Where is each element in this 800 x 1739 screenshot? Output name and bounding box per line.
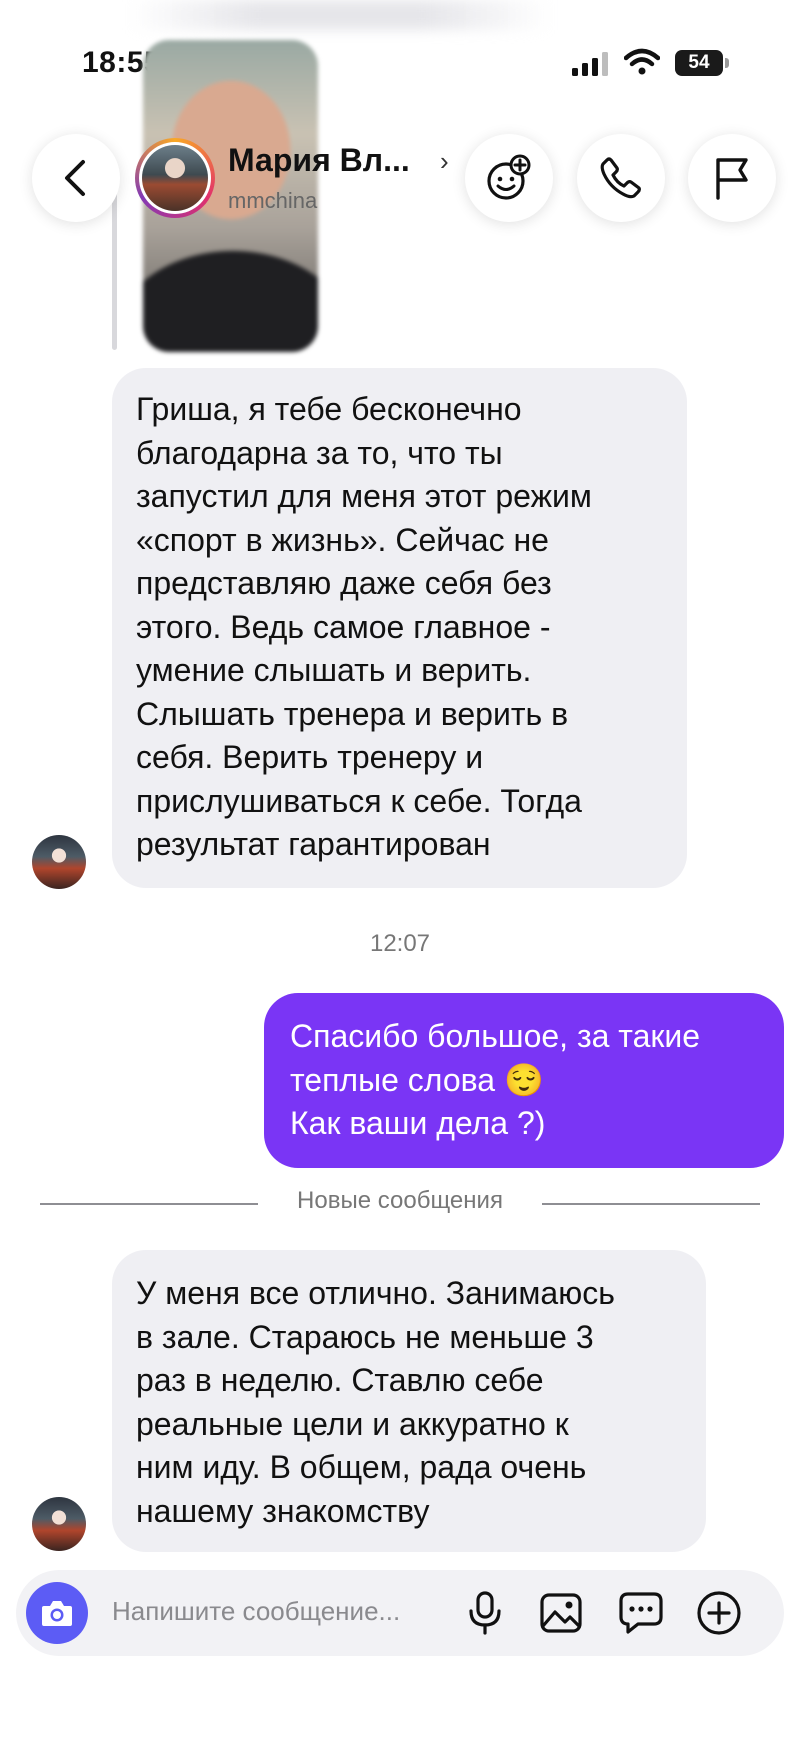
message-line: этого. Ведь самое главное - bbox=[136, 608, 551, 645]
contact-username: mmchina bbox=[228, 188, 318, 213]
camera-icon bbox=[42, 1601, 72, 1626]
contact-avatar[interactable] bbox=[135, 138, 215, 218]
chat-header: Мария Вл... › mmchina bbox=[0, 130, 800, 250]
message-line: Слышать тренера и верить в bbox=[136, 695, 569, 732]
camera-button[interactable] bbox=[26, 1582, 88, 1644]
top-blur bbox=[130, 0, 550, 30]
message-line: прислушиваться к себе. Тогда bbox=[136, 782, 582, 819]
new-messages-label: Новые сообщения bbox=[297, 1187, 503, 1214]
message-line: теплые слова 😌 bbox=[290, 1061, 544, 1098]
status-bar: 18:55 54 bbox=[0, 40, 800, 90]
message-line: благодарна за то, что ты bbox=[136, 434, 503, 471]
mic-icon bbox=[469, 1591, 501, 1635]
message-timestamp: 12:07 bbox=[369, 930, 431, 957]
message-line: представляю даже себя без bbox=[136, 565, 552, 601]
voice-message-button[interactable] bbox=[462, 1590, 508, 1636]
message-line: Как ваши дела ?) bbox=[290, 1105, 546, 1141]
chat-icon bbox=[619, 1592, 663, 1634]
message-line: ним иду. В общем, рада очень bbox=[136, 1449, 587, 1485]
contact-name[interactable]: Мария Вл... bbox=[228, 142, 410, 179]
plus-icon bbox=[697, 1591, 741, 1635]
chat-options-button[interactable] bbox=[618, 1590, 664, 1636]
message-line: в зале. Стараюсь не меньше 3 bbox=[136, 1318, 594, 1355]
message-line: результат гарантирован bbox=[136, 826, 491, 862]
wifi-icon bbox=[624, 48, 660, 75]
add-button[interactable] bbox=[696, 1590, 742, 1636]
battery-indicator: 54 bbox=[675, 50, 729, 76]
back-button[interactable] bbox=[32, 134, 120, 222]
message-composer bbox=[16, 1570, 784, 1656]
new-messages-divider: Новые сообщения bbox=[40, 1185, 760, 1221]
report-button[interactable] bbox=[688, 134, 776, 222]
gallery-button[interactable] bbox=[538, 1590, 584, 1636]
message-line: У меня все отлично. Занимаюсь bbox=[136, 1275, 615, 1311]
message-input[interactable] bbox=[112, 1596, 462, 1627]
message-line: нашему знакомству bbox=[136, 1492, 430, 1529]
chevron-right-icon[interactable]: › bbox=[440, 146, 449, 177]
incoming-message: Гриша, я тебе бесконечно благодарна за т… bbox=[112, 368, 687, 888]
phone-icon bbox=[600, 157, 641, 199]
message-line: умение слышать и верить. bbox=[136, 652, 532, 688]
divider-line bbox=[542, 1203, 760, 1205]
message-line: Гриша, я тебе бесконечно bbox=[136, 391, 522, 427]
flag-icon bbox=[716, 158, 748, 200]
call-button[interactable] bbox=[577, 134, 665, 222]
message-line: «спорт в жизнь». Сейчас не bbox=[136, 521, 549, 558]
message-line: запустил для меня этот режим bbox=[136, 478, 592, 514]
message-line: реальные цели и аккуратно к bbox=[136, 1405, 569, 1442]
sender-avatar[interactable] bbox=[32, 835, 86, 889]
battery-level: 54 bbox=[688, 52, 710, 73]
message-line: Спасибо большое, за такие bbox=[290, 1018, 701, 1054]
cellular-signal-icon bbox=[572, 52, 608, 76]
stickers-button[interactable] bbox=[465, 134, 553, 222]
sender-avatar[interactable] bbox=[32, 1497, 86, 1551]
message-line: раз в неделю. Ставлю себе bbox=[136, 1362, 544, 1398]
back-icon bbox=[65, 160, 85, 196]
outgoing-message: Спасибо большое, за такие теплые слова 😌… bbox=[264, 993, 784, 1168]
message-line: себя. Верить тренеру и bbox=[136, 739, 484, 775]
stickers-icon bbox=[487, 154, 531, 200]
incoming-message: У меня все отлично. Занимаюсь в зале. Ст… bbox=[112, 1250, 706, 1552]
avatar-image bbox=[142, 145, 208, 211]
gallery-icon bbox=[540, 1593, 582, 1633]
